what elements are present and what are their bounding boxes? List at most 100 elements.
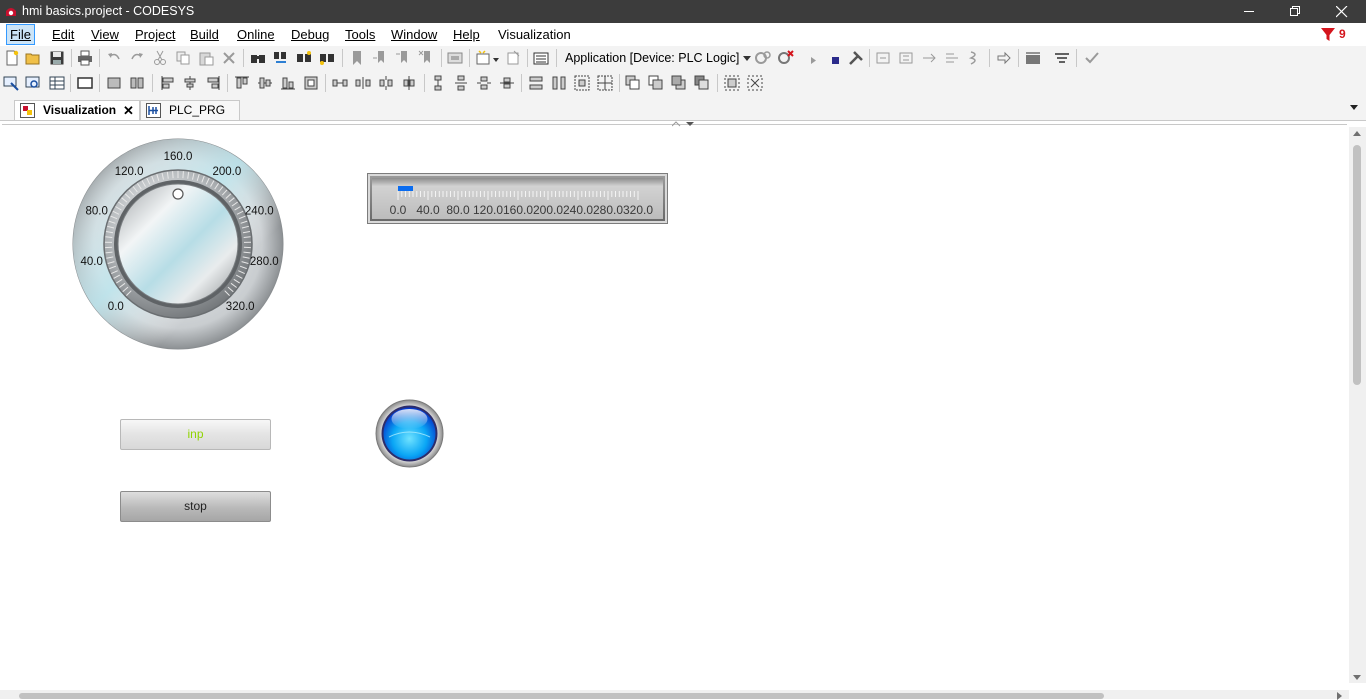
reset-icon[interactable] (848, 50, 864, 66)
interface-editor-icon[interactable] (3, 75, 19, 91)
align-top-icon[interactable] (234, 75, 250, 91)
menu-visualization-label: Visualization (498, 27, 571, 42)
find-icon[interactable] (250, 50, 266, 66)
device-icon[interactable] (533, 50, 549, 66)
step-out-icon[interactable] (921, 50, 937, 66)
horizontal-scroll-thumb[interactable] (19, 693, 1104, 699)
find-previous-icon[interactable] (319, 50, 335, 66)
menu-file[interactable]: File (6, 24, 35, 45)
space-vertical-icon[interactable] (453, 75, 469, 91)
send-to-back-icon[interactable] (694, 75, 710, 91)
screen-icon[interactable] (77, 75, 93, 91)
decrease-vertical-spacing-icon[interactable] (499, 75, 515, 91)
horizontal-scrollbar[interactable] (0, 690, 1349, 699)
align-left-icon[interactable] (160, 75, 176, 91)
vertical-scrollbar[interactable] (1349, 127, 1366, 683)
same-height-icon[interactable] (551, 75, 567, 91)
insert-element-icon[interactable] (447, 50, 463, 66)
save-icon[interactable] (49, 50, 65, 66)
rotary-knob[interactable]: 0.040.080.0120.0160.0200.0240.0280.0320.… (72, 138, 284, 350)
menu-build[interactable]: Build (186, 25, 223, 44)
tab-visualization[interactable]: Visualization ✕ (14, 100, 140, 120)
messages-filter-button[interactable]: 9 (1320, 26, 1360, 44)
run-to-cursor-icon[interactable] (944, 50, 960, 66)
align-bottom-icon[interactable] (280, 75, 296, 91)
add-object-icon[interactable] (476, 50, 492, 66)
distribute-horizontal-icon[interactable] (332, 75, 348, 91)
open-folder-icon[interactable] (25, 50, 41, 66)
increase-vertical-spacing-icon[interactable] (476, 75, 492, 91)
menu-debug[interactable]: Debug (287, 25, 333, 44)
restore-button[interactable] (1272, 0, 1318, 23)
center-vertically-icon[interactable] (597, 75, 613, 91)
select-all-icon[interactable] (724, 75, 740, 91)
splitter-handle-icon[interactable] (672, 120, 698, 128)
active-application-select[interactable]: Application [Device: PLC Logic] (562, 48, 753, 68)
send-backward-icon[interactable] (671, 75, 687, 91)
paste-icon[interactable] (198, 50, 214, 66)
write-values-icon[interactable] (1025, 50, 1041, 66)
distribute-vertical-icon[interactable] (430, 75, 446, 91)
menu-help[interactable]: Help (449, 25, 484, 44)
increase-spacing-icon[interactable] (378, 75, 394, 91)
menu-view[interactable]: View (87, 25, 123, 44)
menu-project[interactable]: Project (131, 25, 179, 44)
align-right-icon[interactable] (205, 75, 221, 91)
align-center-icon[interactable] (182, 75, 198, 91)
vertical-scroll-thumb[interactable] (1353, 145, 1361, 385)
menu-tools[interactable]: Tools (341, 25, 379, 44)
stop-icon[interactable] (827, 50, 843, 66)
center-horizontally-icon[interactable] (574, 75, 590, 91)
tab-list-dropdown-icon[interactable] (1350, 105, 1358, 110)
toggle-breakpoint-icon[interactable] (967, 50, 983, 66)
logout-icon[interactable] (778, 50, 794, 66)
menu-visualization[interactable]: Visualization (494, 25, 575, 44)
make-same-size-icon[interactable] (303, 75, 319, 91)
bookmark-clear-icon[interactable] (418, 50, 434, 66)
ungroup-icon[interactable] (129, 75, 145, 91)
undo-icon[interactable] (106, 50, 122, 66)
bring-forward-icon[interactable] (648, 75, 664, 91)
element-list-icon[interactable] (49, 75, 65, 91)
check-icon[interactable] (1084, 50, 1100, 66)
inp-button[interactable]: inp (120, 419, 271, 450)
deselect-all-icon[interactable] (747, 75, 763, 91)
menu-online[interactable]: Online (233, 25, 279, 44)
stop-button[interactable]: stop (120, 491, 271, 522)
find-replace-icon[interactable] (273, 50, 289, 66)
menu-window[interactable]: Window (387, 25, 441, 44)
show-next-statement-icon[interactable] (996, 50, 1012, 66)
preview-icon[interactable] (25, 75, 41, 91)
delete-icon[interactable] (221, 50, 237, 66)
align-middle-icon[interactable] (257, 75, 273, 91)
scroll-down-arrow-icon[interactable] (1353, 675, 1361, 680)
bookmark-previous-icon[interactable] (395, 50, 411, 66)
print-icon[interactable] (77, 50, 93, 66)
cut-icon[interactable] (152, 50, 168, 66)
close-window-button[interactable] (1318, 0, 1364, 23)
group-icon[interactable] (106, 75, 122, 91)
login-icon[interactable] (755, 50, 771, 66)
find-next-icon[interactable] (296, 50, 312, 66)
step-into-icon[interactable] (898, 50, 914, 66)
decrease-spacing-icon[interactable] (401, 75, 417, 91)
same-width-icon[interactable] (528, 75, 544, 91)
new-file-icon[interactable] (4, 50, 20, 66)
chevron-down-icon[interactable] (493, 58, 499, 62)
bring-to-front-icon[interactable] (625, 75, 641, 91)
space-horizontal-icon[interactable] (355, 75, 371, 91)
scroll-up-arrow-icon[interactable] (1353, 131, 1361, 136)
tab-plc-prg[interactable]: PLC_PRG (140, 100, 240, 120)
menu-edit[interactable]: Edit (48, 25, 78, 44)
bookmark-next-icon[interactable] (372, 50, 388, 66)
filter-list-icon[interactable] (1054, 50, 1070, 66)
redo-icon[interactable] (129, 50, 145, 66)
step-over-icon[interactable] (875, 50, 891, 66)
properties-icon[interactable] (505, 50, 521, 66)
close-tab-icon[interactable]: ✕ (123, 101, 134, 120)
bookmark-icon[interactable] (349, 50, 365, 66)
knob-scale-label: 120.0 (115, 166, 144, 178)
minimize-button[interactable] (1226, 0, 1272, 23)
start-icon[interactable] (805, 50, 821, 66)
copy-icon[interactable] (175, 50, 191, 66)
